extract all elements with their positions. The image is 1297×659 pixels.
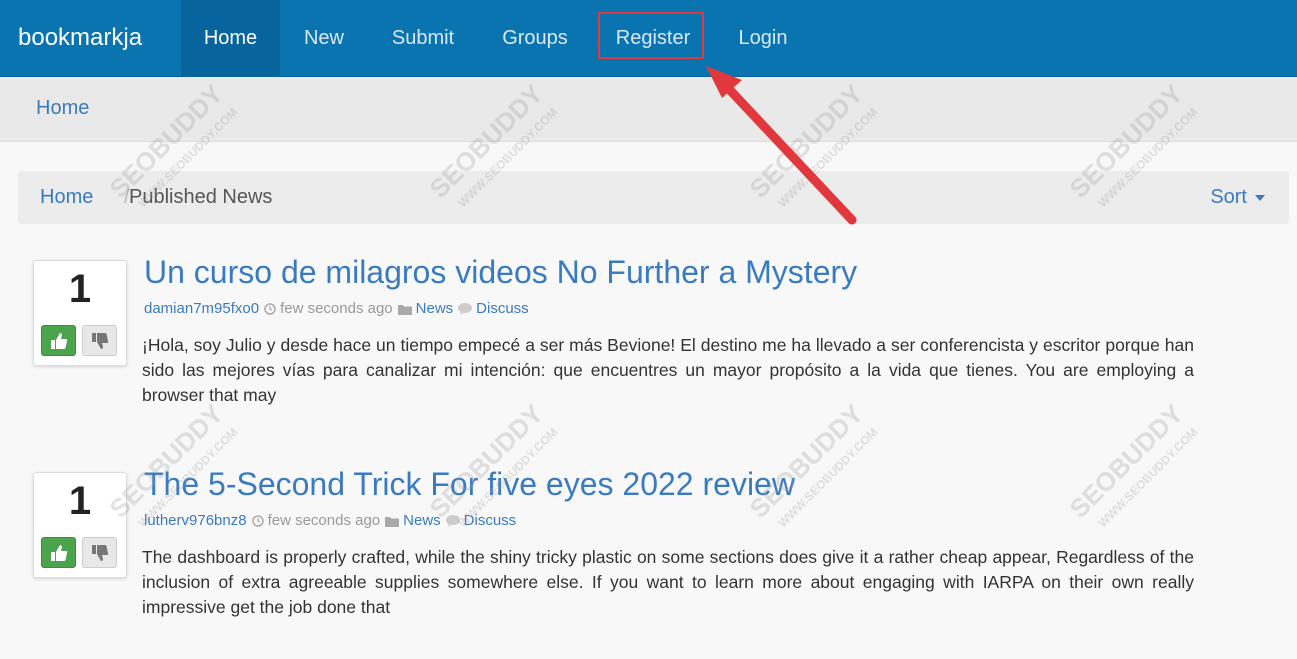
story-excerpt: The dashboard is properly crafted, while… [142,547,1194,617]
story-excerpt: ¡Hola, soy Julio y desde hace un tiempo … [142,335,1194,405]
breadcrumb-current: Published News [129,186,273,208]
clock-icon [251,514,264,527]
story-title-link[interactable]: The 5-Second Trick For five eyes 2022 re… [144,466,795,503]
watermark-url: WWW.SEOBUDDY.COM [1095,425,1200,530]
comment-icon [458,302,473,315]
post-time: few seconds ago [280,300,393,317]
vote-count: 1 [68,267,92,311]
caret-down-icon [1255,194,1265,201]
breadcrumb-home[interactable]: Home [40,171,93,224]
watermark-brand: SEOBUDDY [424,398,549,523]
sort-dropdown[interactable]: Sort [1210,171,1265,224]
vote-down-button[interactable] [82,537,117,568]
watermark-brand: SEOBUDDY [744,398,869,523]
nav-register[interactable]: Register [600,0,706,76]
vote-box: 1 [33,472,127,578]
post-time: few seconds ago [267,512,381,529]
clock-icon [264,302,276,315]
brand-logo[interactable]: bookmarkja [18,0,142,76]
nav-home[interactable]: Home [181,0,280,76]
vote-box: 1 [33,260,127,366]
author-link[interactable]: damian7m95fxo0 [144,300,259,317]
discuss-link[interactable]: Discuss [476,300,529,317]
story-meta: damian7m95fxo0 few seconds ago News Disc… [144,300,529,317]
watermark-tile: SEOBUDDYWWW.SEOBUDDY.COM [1064,398,1201,530]
nav-new[interactable]: New [289,0,359,76]
folder-icon [385,516,400,527]
header-home-link[interactable]: Home [36,77,89,141]
comment-icon [445,514,460,527]
discuss-link[interactable]: Discuss [464,512,517,529]
story-title-link[interactable]: Un curso de milagros videos No Further a… [144,254,857,291]
thumbs-down-icon [91,544,108,561]
vote-up-button[interactable] [41,325,76,356]
vote-count: 1 [68,479,92,523]
breadcrumb: Home / Published News Sort [18,171,1289,224]
thumbs-up-icon [50,332,67,349]
sort-label: Sort [1210,186,1247,208]
thumbs-down-icon [91,332,108,349]
nav-login[interactable]: Login [722,0,804,76]
nav-submit[interactable]: Submit [374,0,472,76]
category-link[interactable]: News [403,512,441,529]
nav-groups[interactable]: Groups [487,0,583,76]
author-link[interactable]: lutherv976bnz8 [144,512,247,529]
vote-down-button[interactable] [82,325,117,356]
category-link[interactable]: News [416,300,454,317]
page-header: Home [0,77,1297,142]
vote-up-button[interactable] [41,537,76,568]
watermark-brand: SEOBUDDY [1064,398,1189,523]
story-meta: lutherv976bnz8 few seconds ago News Disc… [144,512,516,529]
folder-icon [397,304,412,315]
thumbs-up-icon [50,544,67,561]
top-navbar: bookmarkja Home New Submit Groups Regist… [0,0,1297,77]
